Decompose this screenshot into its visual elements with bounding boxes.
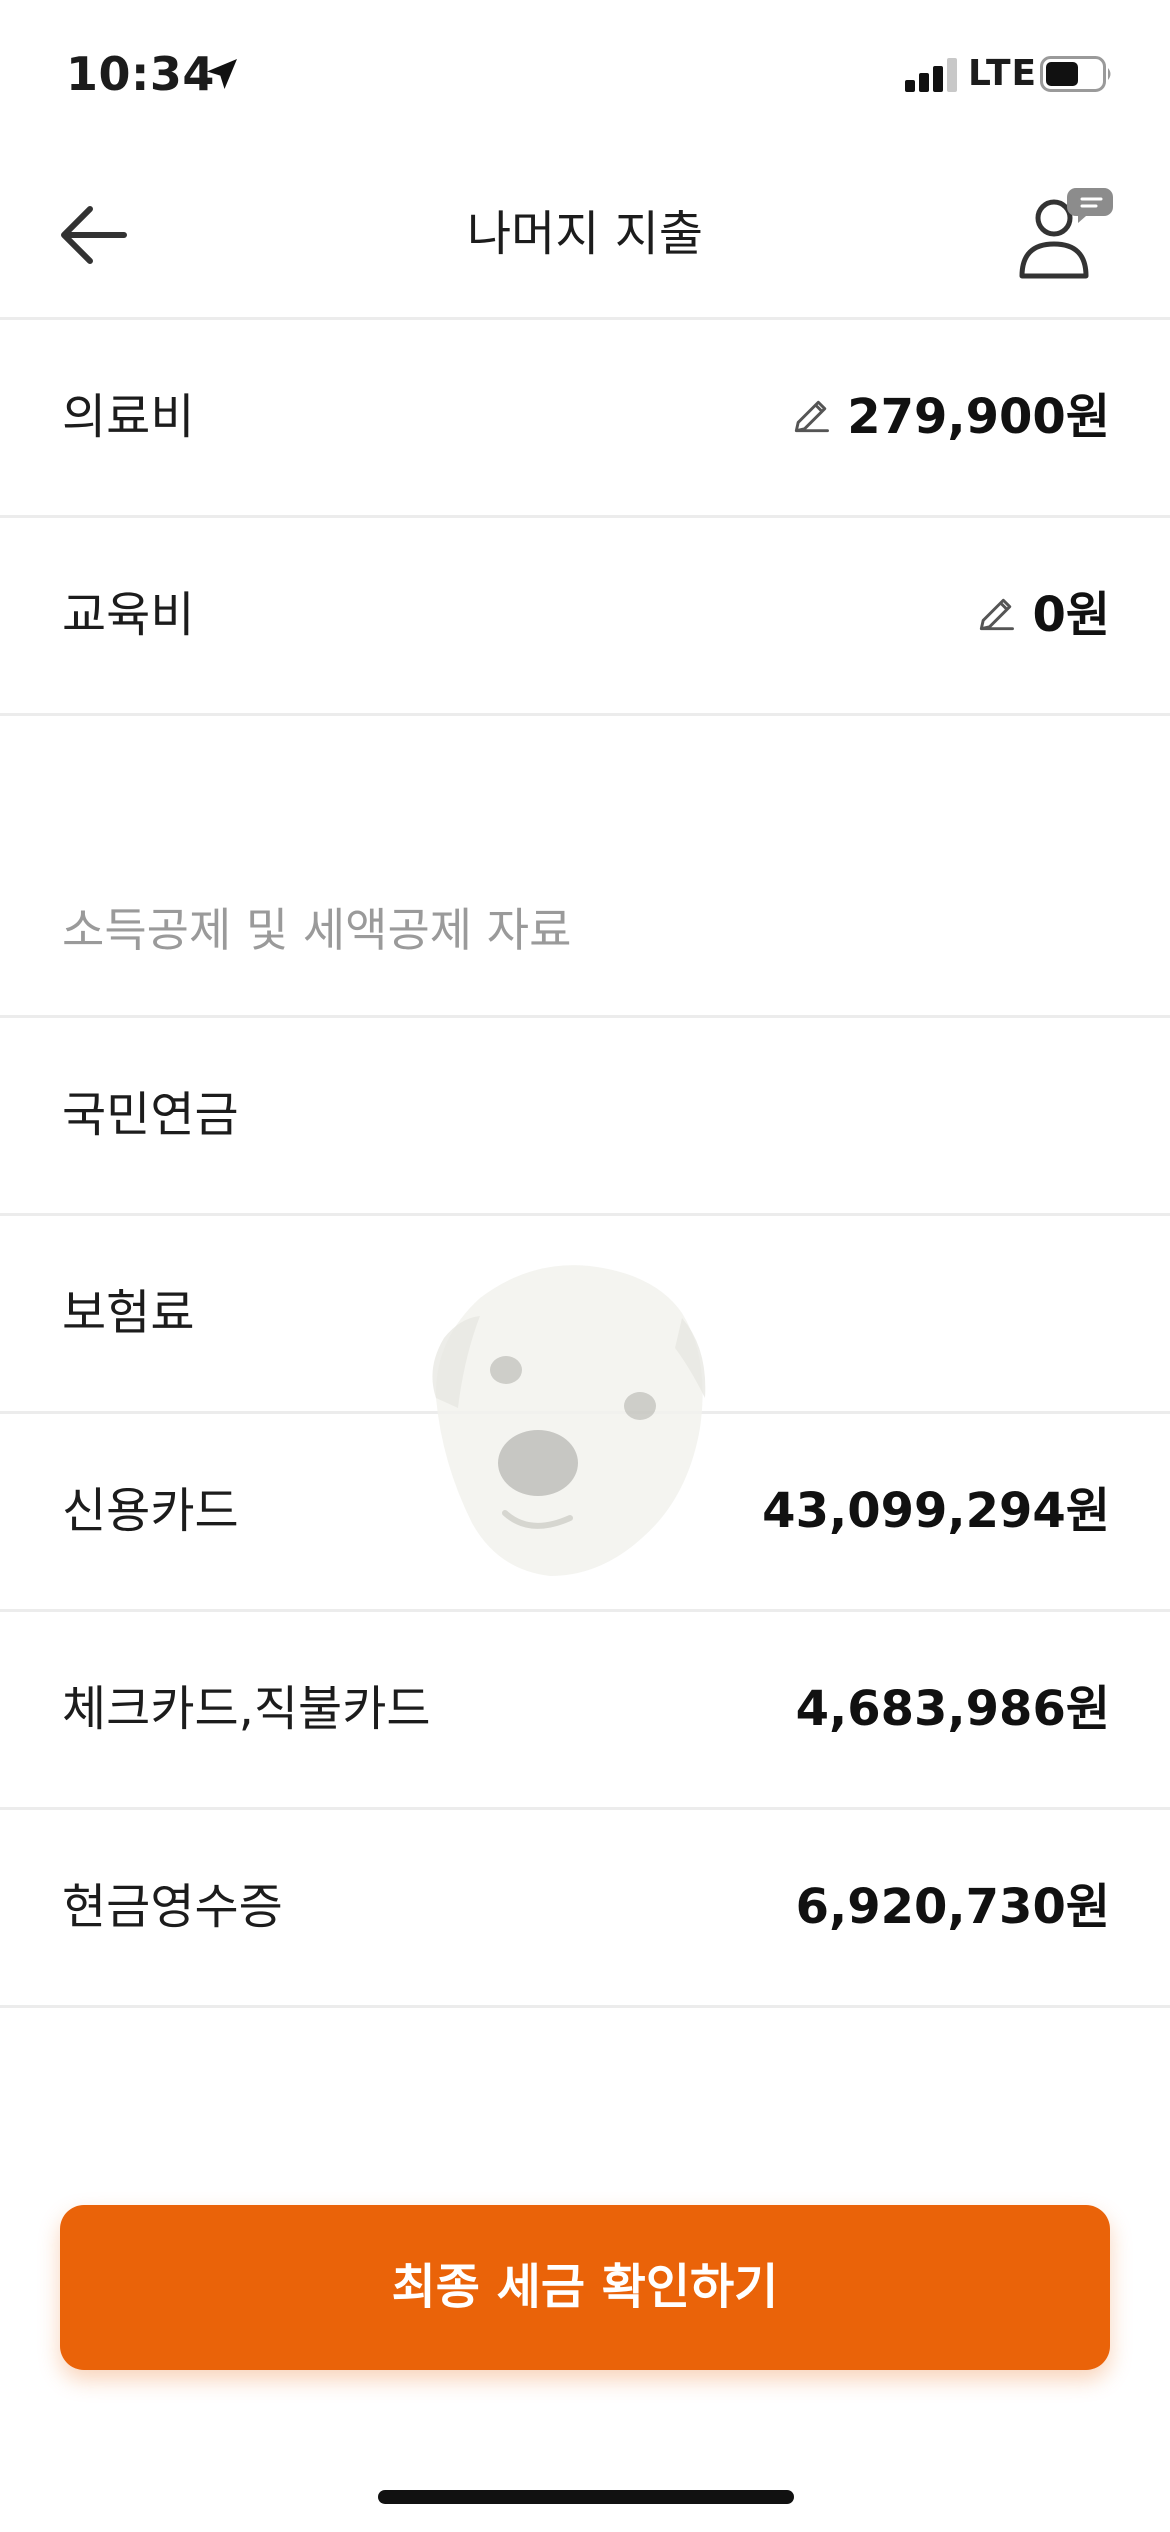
row-value: 43,099,294원	[762, 1483, 1110, 1539]
pencil-icon[interactable]	[789, 394, 833, 438]
final-tax-check-button[interactable]: 최종 세금 확인하기	[60, 2205, 1110, 2370]
expense-row-education[interactable]: 교육비 0원	[0, 518, 1170, 716]
status-time: 10:34	[66, 47, 215, 101]
row-value-text: 279,900원	[847, 389, 1110, 445]
row-label: 보험료	[62, 1285, 195, 1341]
row-label: 신용카드	[62, 1483, 239, 1539]
user-chat-icon	[1019, 188, 1113, 279]
dog-watermark-image	[432, 1265, 706, 1576]
deduction-row-check-card[interactable]: 체크카드,직불카드 4,683,986원	[0, 1612, 1170, 1810]
home-indicator[interactable]	[378, 2490, 794, 2504]
profile-button[interactable]	[1016, 178, 1116, 288]
expense-row-medical[interactable]: 의료비 279,900원	[0, 320, 1170, 518]
cellular-signal-icon	[905, 58, 957, 92]
row-value[interactable]: 279,900원	[789, 320, 1110, 515]
row-label: 의료비	[62, 389, 195, 445]
row-label: 현금영수증	[62, 1879, 283, 1935]
battery-icon	[1040, 56, 1111, 92]
row-value: 4,683,986원	[795, 1681, 1110, 1737]
row-value[interactable]: 0원	[974, 518, 1110, 713]
page-title: 나머지 지출	[466, 206, 704, 262]
network-type-label: LTE	[968, 53, 1038, 94]
nav-header: 나머지 지출	[0, 150, 1170, 320]
row-value-text: 0원	[1032, 587, 1110, 643]
row-value: 6,920,730원	[795, 1879, 1110, 1935]
status-bar: 10:34 LTE	[0, 0, 1170, 150]
row-label: 체크카드,직불카드	[62, 1681, 431, 1737]
deduction-row-pension[interactable]: 국민연금	[0, 1018, 1170, 1216]
pencil-icon[interactable]	[974, 592, 1018, 636]
deduction-row-cash-receipt[interactable]: 현금영수증 6,920,730원	[0, 1810, 1170, 2008]
section-heading: 소득공제 및 세액공제 자료	[62, 903, 572, 957]
row-label: 국민연금	[62, 1087, 239, 1143]
location-arrow-icon	[207, 59, 237, 89]
row-label: 교육비	[62, 587, 195, 643]
